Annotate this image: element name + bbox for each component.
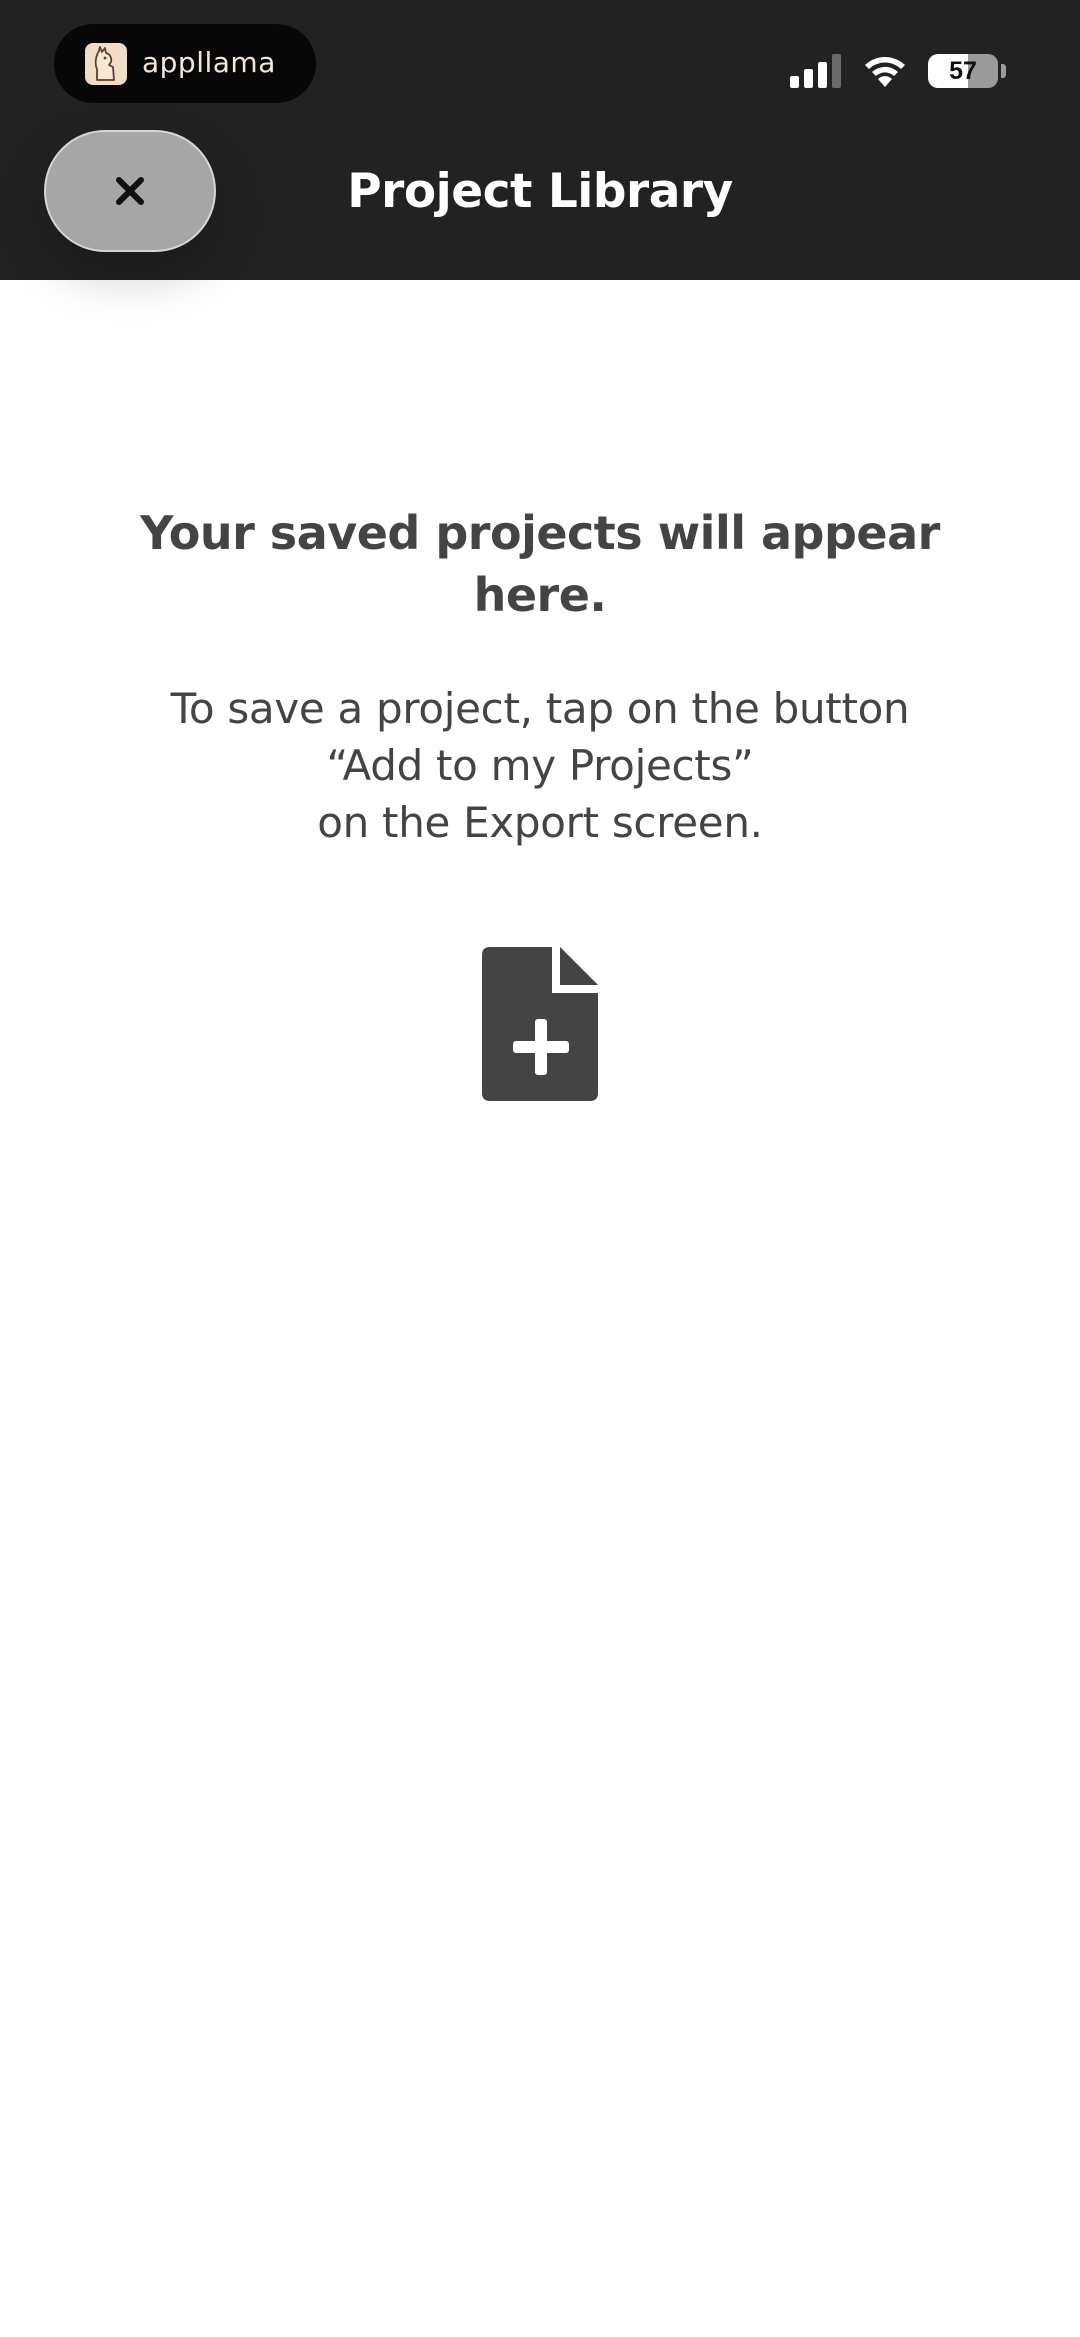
- empty-state-instructions: To save a project, tap on the button “Ad…: [100, 680, 980, 851]
- instruction-line: “Add to my Projects”: [326, 741, 754, 790]
- cellular-signal-icon: [790, 54, 841, 88]
- llama-logo-icon: [85, 43, 127, 85]
- empty-state-heading: Your saved projects will appear here.: [140, 506, 940, 622]
- battery-level: 57: [949, 57, 977, 85]
- battery-tip: [1001, 64, 1006, 78]
- file-plus-icon: [482, 947, 598, 1101]
- brand-badge: appllama: [54, 24, 316, 103]
- page-title: Project Library: [347, 164, 733, 219]
- instruction-line: To save a project, tap on the button: [170, 684, 910, 733]
- brand-name: appllama: [142, 46, 276, 79]
- battery-icon: 57: [928, 54, 998, 88]
- instruction-line: on the Export screen.: [317, 798, 763, 847]
- status-icons: 57: [790, 50, 1006, 92]
- header-bar: appllama 57 Project Library: [0, 0, 1080, 280]
- wifi-icon: [865, 57, 905, 87]
